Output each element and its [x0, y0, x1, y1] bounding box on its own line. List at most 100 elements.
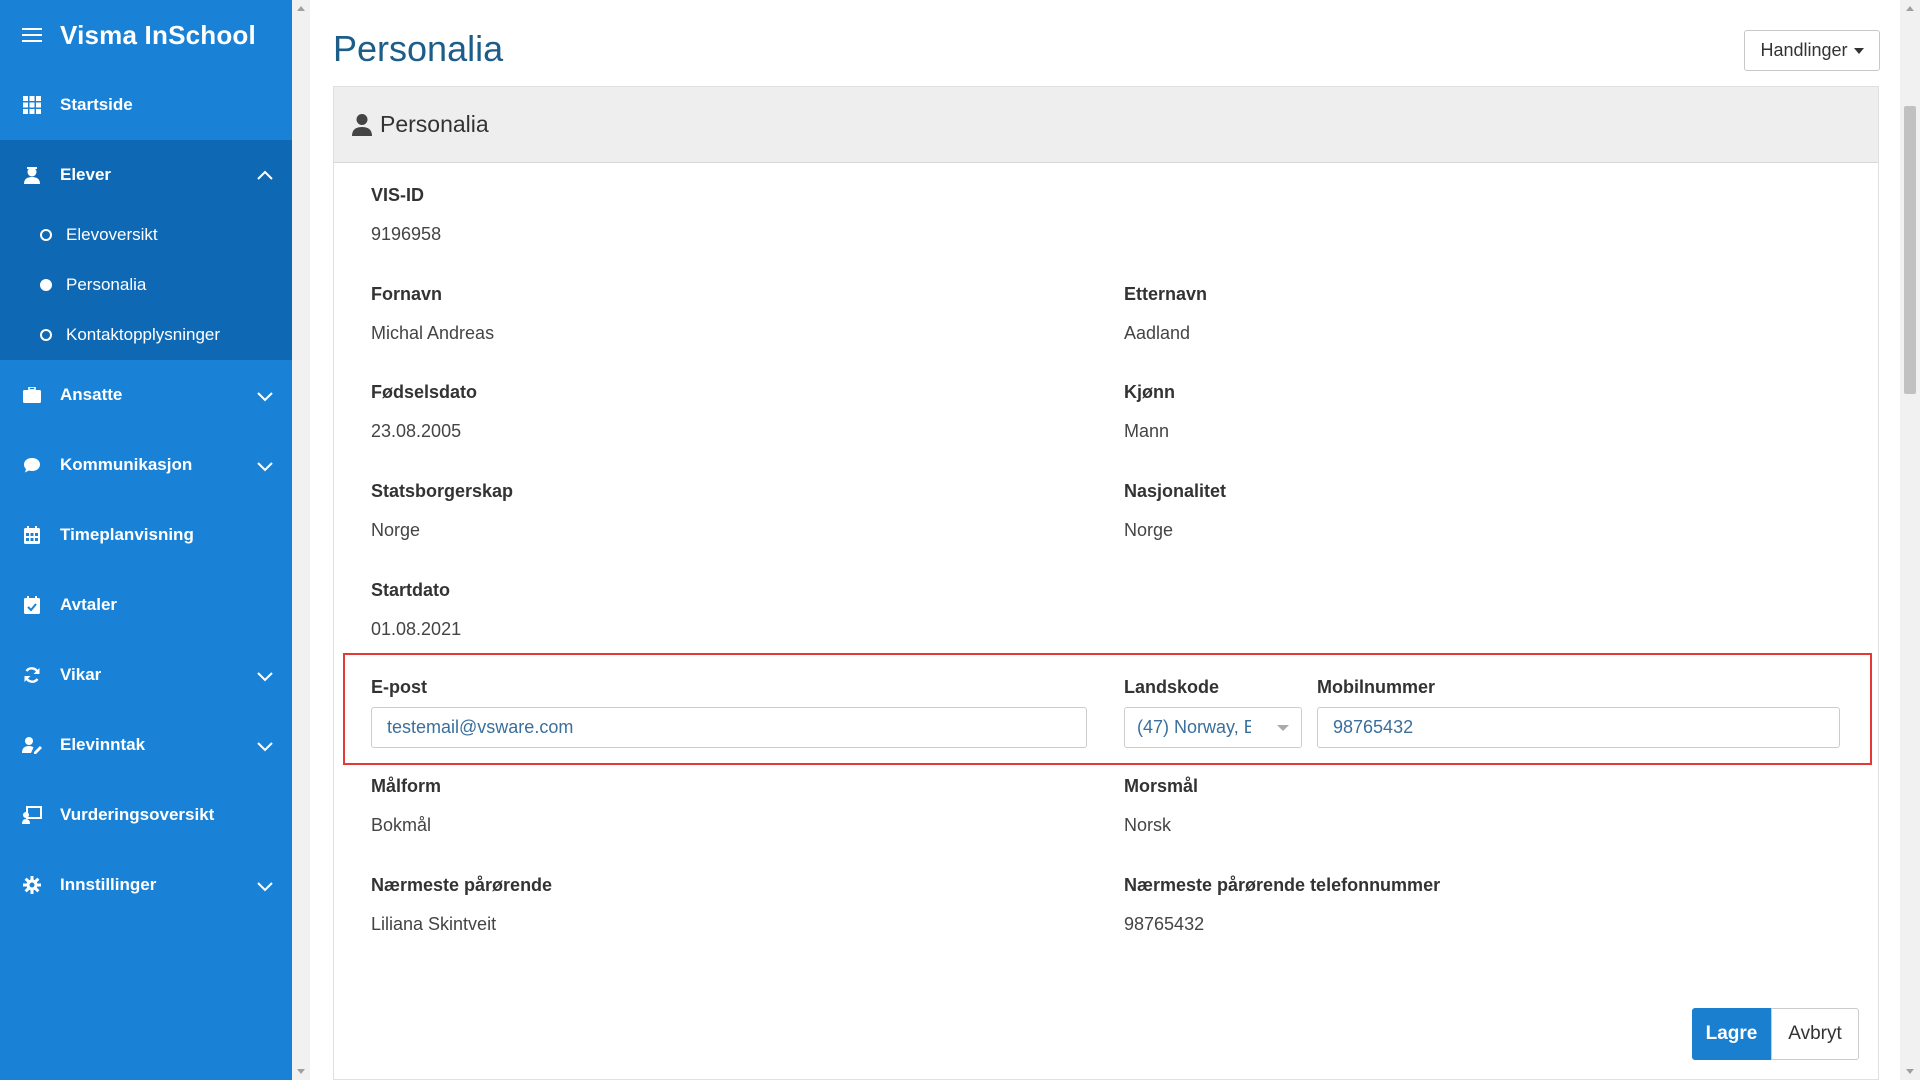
sidebar-item-kommunikasjon[interactable]: Kommunikasjon — [0, 430, 292, 500]
radio-dot-icon — [40, 329, 52, 341]
page-title: Personalia — [333, 28, 504, 69]
country-code-select[interactable]: (47) Norway, E — [1124, 707, 1302, 748]
field-value: Mann — [1124, 421, 1170, 441]
email-input[interactable] — [371, 707, 1087, 748]
cancel-button[interactable]: Avbryt — [1771, 1008, 1859, 1060]
sidebar-item-label: Kommunikasjon — [60, 455, 193, 474]
app-title[interactable]: Visma InSchool — [60, 20, 256, 51]
save-button[interactable]: Lagre — [1692, 1008, 1771, 1060]
mobile-number-input[interactable] — [1317, 707, 1840, 748]
actions-label: Handlinger — [1760, 40, 1848, 60]
field-label: Fornavn — [371, 284, 443, 304]
chevron-down-icon — [257, 672, 273, 682]
chat-bubble-icon — [22, 455, 42, 475]
presentation-icon — [22, 805, 42, 825]
user-icon — [352, 113, 372, 136]
field-nasjonalitet: Nasjonalitet Norge — [1124, 481, 1226, 541]
calendar-check-icon — [22, 595, 42, 615]
sidebar-header: Visma InSchool — [0, 0, 292, 70]
main-content: Personalia Handlinger Personalia VIS-ID … — [310, 0, 1900, 1080]
field-label: Fødselsdato — [371, 382, 478, 402]
field-label: Landskode — [1124, 677, 1220, 697]
field-label: Kjønn — [1124, 382, 1175, 402]
field-label: Målform — [371, 776, 442, 796]
field-kjonn: Kjønn Mann — [1124, 382, 1175, 442]
field-label: Nærmeste pårørende telefonnummer — [1124, 875, 1441, 895]
chevron-down-icon — [257, 882, 273, 892]
radio-dot-icon — [40, 279, 52, 291]
field-parorende: Nærmeste pårørende Liliana Skintveit — [371, 875, 552, 935]
user-edit-icon — [22, 735, 42, 755]
field-label: Startdato — [371, 580, 451, 600]
scroll-up-icon[interactable] — [1906, 6, 1914, 11]
sidebar-item-timeplanvisning[interactable]: Timeplanvisning — [0, 500, 292, 570]
sidebar-item-label: Timeplanvisning — [60, 525, 194, 544]
sidebar: Visma InSchool Startside Elever Elevover… — [0, 0, 292, 1080]
field-morsmal: Morsmål Norsk — [1124, 776, 1198, 836]
field-statsborgerskap: Statsborgerskap Norge — [371, 481, 513, 541]
field-visid: VIS-ID 9196958 — [371, 185, 441, 245]
gear-icon — [22, 875, 42, 895]
field-landskode: Landskode — [1124, 677, 1219, 698]
caret-down-icon — [1277, 725, 1289, 731]
field-value: Bokmål — [371, 815, 432, 835]
grid-icon — [22, 95, 42, 115]
sidebar-item-label: Vurderingsoversikt — [60, 805, 215, 824]
field-etternavn: Etternavn Aadland — [1124, 284, 1207, 344]
field-value: 98765432 — [1124, 914, 1205, 934]
field-value: Liliana Skintveit — [371, 914, 497, 934]
field-value: Michal Andreas — [371, 323, 495, 343]
field-value: Aadland — [1124, 323, 1191, 343]
field-epost: E-post — [371, 677, 427, 698]
scrollbar-thumb[interactable] — [1904, 106, 1916, 394]
sidebar-item-label: Innstillinger — [60, 875, 157, 894]
refresh-icon — [22, 665, 42, 685]
sidebar-item-label: Elevinntak — [60, 735, 146, 754]
page-scrollbar[interactable] — [1900, 0, 1920, 1080]
field-parorende-telefon: Nærmeste pårørende telefonnummer 9876543… — [1124, 875, 1440, 935]
sidebar-item-vikar[interactable]: Vikar — [0, 640, 292, 710]
field-label: Nærmeste pårørende — [371, 875, 553, 895]
actions-dropdown-button[interactable]: Handlinger — [1744, 30, 1880, 71]
field-fornavn: Fornavn Michal Andreas — [371, 284, 494, 344]
scroll-down-icon[interactable] — [1906, 1069, 1914, 1074]
sidebar-subitem-label: Kontaktopplysninger — [66, 325, 221, 344]
sidebar-item-vurderingsoversikt[interactable]: Vurderingsoversikt — [0, 780, 292, 850]
field-mobilnummer: Mobilnummer — [1317, 677, 1435, 698]
sidebar-subitem-personalia[interactable]: Personalia — [0, 260, 292, 310]
field-value: 9196958 — [371, 224, 442, 244]
field-value: Norsk — [1124, 815, 1172, 835]
field-label: E-post — [371, 677, 427, 697]
sidebar-item-startside[interactable]: Startside — [0, 70, 292, 140]
briefcase-icon — [22, 385, 42, 405]
field-label: Etternavn — [1124, 284, 1208, 304]
caret-down-icon — [1853, 47, 1864, 54]
select-fade — [1251, 708, 1301, 747]
sidebar-item-avtaler[interactable]: Avtaler — [0, 570, 292, 640]
chevron-down-icon — [257, 742, 273, 752]
radio-dot-icon — [40, 229, 52, 241]
sidebar-item-ansatte[interactable]: Ansatte — [0, 360, 292, 430]
sidebar-item-innstillinger[interactable]: Innstillinger — [0, 850, 292, 920]
sidebar-subitem-label: Elevoversikt — [66, 225, 158, 244]
card-header: Personalia — [334, 87, 1878, 163]
field-value: Norge — [1124, 520, 1174, 540]
sidebar-item-elever[interactable]: Elever — [0, 140, 292, 210]
sidebar-subitem-elevoversikt[interactable]: Elevoversikt — [0, 210, 292, 260]
sidebar-group-elever: Elever Elevoversikt Personalia Kontaktop… — [0, 140, 292, 360]
field-label: Mobilnummer — [1317, 677, 1436, 697]
field-label: Statsborgerskap — [371, 481, 514, 501]
menu-icon[interactable] — [22, 24, 42, 46]
field-value: 01.08.2021 — [371, 619, 462, 639]
field-fodselsdato: Fødselsdato 23.08.2005 — [371, 382, 477, 442]
card-title: Personalia — [380, 111, 489, 137]
scroll-up-icon[interactable] — [297, 6, 305, 11]
sidebar-subitem-kontaktopplysninger[interactable]: Kontaktopplysninger — [0, 310, 292, 360]
sidebar-item-label: Elever — [60, 165, 112, 184]
scroll-down-icon[interactable] — [297, 1069, 305, 1074]
sidebar-subitem-label: Personalia — [66, 275, 147, 294]
sidebar-scrollbar[interactable] — [292, 0, 310, 1080]
field-label: Morsmål — [1124, 776, 1199, 796]
field-value: Norge — [371, 520, 421, 540]
sidebar-item-elevinntak[interactable]: Elevinntak — [0, 710, 292, 780]
